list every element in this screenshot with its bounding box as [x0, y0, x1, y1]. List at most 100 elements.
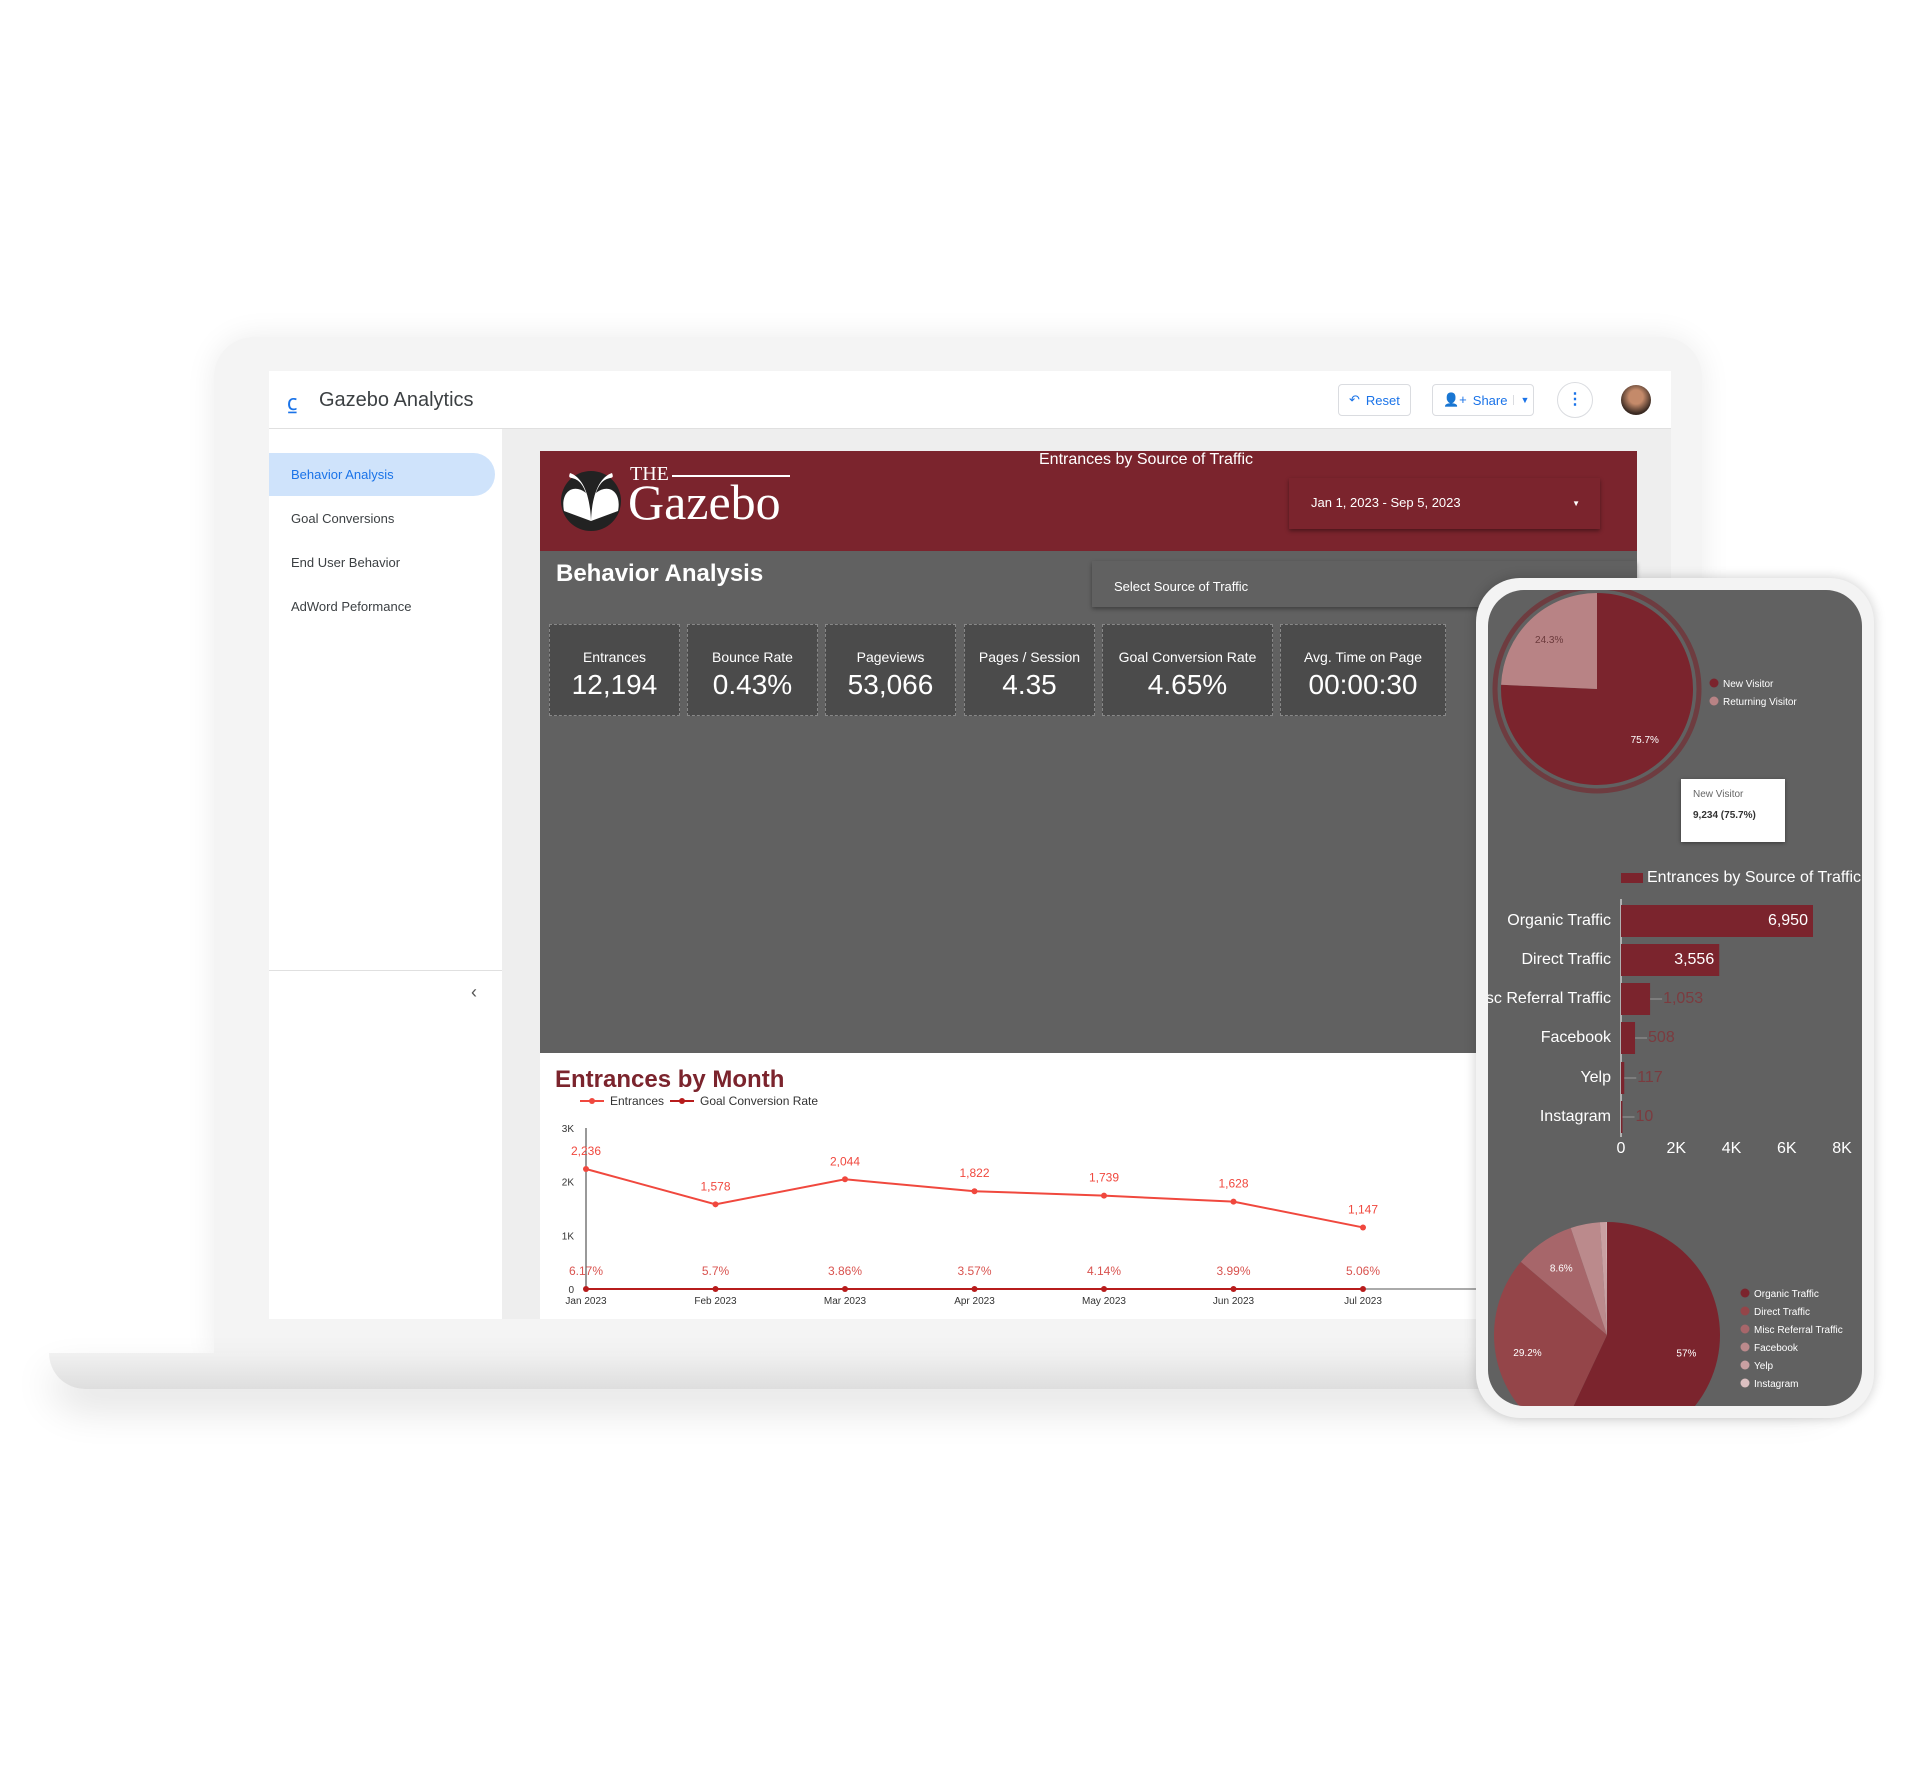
conversion-data-label: 3.99%: [1216, 1264, 1250, 1278]
y-tick-label: 1K: [562, 1231, 575, 1242]
conversion-data-label: 3.57%: [957, 1264, 991, 1278]
sidebar-item-adword-performance[interactable]: AdWord Peformance: [269, 585, 495, 628]
phone-screen: 75.7% 24.3% New Visitor Returning Visitor En…: [1488, 590, 1862, 1406]
user-avatar[interactable]: [1621, 385, 1651, 415]
conversion-point: [1230, 1286, 1237, 1292]
legend-swatch: [1621, 873, 1643, 883]
legend-label: Facebook: [1754, 1343, 1799, 1354]
entrances-data-label: 2,236: [571, 1144, 601, 1158]
legend-label: Entrances by Source of Traffic: [1039, 451, 1253, 468]
conversion-point: [971, 1286, 978, 1292]
conversion-data-label: 5.7%: [702, 1264, 730, 1278]
legend-label: Goal Conversion Rate: [700, 1094, 818, 1108]
entrances-point: [842, 1176, 848, 1183]
bar-value-label: 508: [1648, 1029, 1675, 1046]
x-tick-label: Jun 2023: [1213, 1296, 1255, 1307]
conversion-point: [1101, 1286, 1107, 1292]
sidebar-item-goal-conversions[interactable]: Goal Conversions: [269, 497, 495, 540]
y-tick-label: 0: [568, 1285, 574, 1296]
entrances-data-label: 1,822: [959, 1166, 989, 1180]
sidebar: Behavior Analysis Goal Conversions End U…: [269, 429, 502, 1319]
x-tick-label: Jan 2023: [565, 1296, 607, 1307]
x-tick-label: 6K: [1777, 1140, 1797, 1157]
bar-category-label: Facebook: [1541, 1029, 1612, 1046]
collapse-chevron-icon[interactable]: ‹: [471, 982, 477, 1003]
bar-value-label: 3,556: [1674, 951, 1714, 968]
legend-marker: [589, 1098, 595, 1104]
share-dropdown-icon[interactable]: ▼: [1513, 395, 1529, 405]
undo-icon: ↶: [1349, 392, 1360, 407]
legend-swatch: [1740, 1360, 1750, 1370]
bar: [1621, 1062, 1625, 1094]
bar-value-label: 6,950: [1768, 912, 1808, 929]
y-tick-label: 3K: [562, 1124, 575, 1135]
report-canvas: THE Gazebo Jan 1, 2023 - Sep 5, 2023 ▼ Be…: [540, 451, 1650, 1319]
x-tick-label: 8K: [1832, 1140, 1852, 1157]
entrances-data-label: 1,147: [1348, 1202, 1378, 1216]
reset-button[interactable]: ↶ Reset: [1338, 384, 1411, 416]
legend-label: Entrances by Source of Traffic: [1647, 869, 1861, 886]
pie-slice-label: 8.6%: [1550, 1264, 1573, 1275]
pie-slice-label: 57%: [1676, 1349, 1696, 1360]
entrances-by-month-chart: Entrances by MonthEntrances Goal Conversi…: [555, 1066, 1637, 1307]
entrances-point: [1360, 1224, 1366, 1231]
pie-slice-label: 75.7%: [1631, 735, 1659, 746]
legend-label: Returning Visitor: [1723, 697, 1797, 708]
phone-frame: 75.7% 24.3% New Visitor Returning Visitor En…: [1476, 578, 1874, 1418]
phone-charts: 75.7% 24.3% New Visitor Returning Visitor En…: [1488, 590, 1861, 1406]
legend-swatch: [1709, 678, 1719, 688]
y-tick-label: 2K: [562, 1178, 575, 1189]
x-tick-label: Mar 2023: [824, 1296, 867, 1307]
more-options-icon[interactable]: ⋮: [1557, 382, 1593, 418]
entrances-data-label: 1,739: [1089, 1171, 1119, 1185]
conversion-point: [712, 1286, 719, 1292]
legend-swatch: [1740, 1324, 1750, 1334]
app-title: Gazebo Analytics: [319, 389, 474, 411]
share-button[interactable]: 👤+ Share ▼: [1432, 384, 1535, 416]
bar: [1621, 983, 1651, 1015]
chart-title: Entrances by Month: [555, 1066, 784, 1093]
legend-label: Entrances: [610, 1094, 664, 1108]
bar: [1621, 1101, 1623, 1133]
conversion-data-label: 3.86%: [828, 1264, 862, 1278]
entrances-data-label: 2,044: [830, 1154, 860, 1168]
legend-marker: [679, 1098, 685, 1104]
conversion-point: [1360, 1286, 1366, 1292]
entrances-point: [971, 1188, 978, 1195]
legend-swatch: [1740, 1288, 1750, 1298]
bar-category-label: Instagram: [1540, 1108, 1611, 1125]
entrances-point: [712, 1201, 719, 1208]
bar-category-label: Organic Traffic: [1507, 912, 1611, 929]
add-person-icon: 👤+: [1443, 392, 1467, 407]
chart-tooltip: New Visitor 9,234 (75.7%): [1681, 779, 1785, 842]
legend-label: New Visitor: [1723, 679, 1774, 690]
analytics-logo-icon: ⃀: [287, 390, 298, 415]
entrances-data-label: 1,578: [700, 1179, 730, 1193]
conversion-data-label: 6.17%: [569, 1264, 603, 1278]
legend-swatch: [1740, 1306, 1750, 1316]
x-tick-label: Apr 2023: [954, 1296, 995, 1307]
x-tick-label: 4K: [1722, 1140, 1742, 1157]
x-tick-label: May 2023: [1082, 1296, 1126, 1307]
x-tick-label: Jul 2023: [1344, 1296, 1382, 1307]
pie-slice-label: 29.2%: [1513, 1348, 1541, 1359]
legend-label: Organic Traffic: [1754, 1289, 1819, 1300]
sidebar-item-behavior-analysis[interactable]: Behavior Analysis: [269, 453, 495, 496]
x-tick-label: 2K: [1666, 1140, 1686, 1157]
conversion-point: [583, 1286, 589, 1292]
conversion-data-label: 5.06%: [1346, 1264, 1380, 1278]
bar-value-label: 117: [1637, 1069, 1663, 1086]
pie-slice-label: 24.3%: [1535, 635, 1563, 646]
entrances-data-label: 1,628: [1218, 1177, 1248, 1191]
dashboard-app: ⃀ Gazebo Analytics ↶ Reset 👤+ Share ▼ ⋮ Beh…: [269, 371, 1671, 1319]
legend-label: Misc Referral Traffic: [1754, 1325, 1843, 1336]
sidebar-divider: [269, 970, 502, 971]
legend-label: Instagram: [1754, 1379, 1798, 1390]
legend-swatch: [1709, 696, 1719, 706]
bar-value-label: 1,053: [1663, 990, 1703, 1007]
bar: [1621, 1022, 1636, 1054]
bar-value-label: 10: [1636, 1108, 1654, 1125]
x-tick-label: 0: [1617, 1140, 1626, 1157]
legend-label: Direct Traffic: [1754, 1307, 1810, 1318]
sidebar-item-end-user-behavior[interactable]: End User Behavior: [269, 541, 495, 584]
